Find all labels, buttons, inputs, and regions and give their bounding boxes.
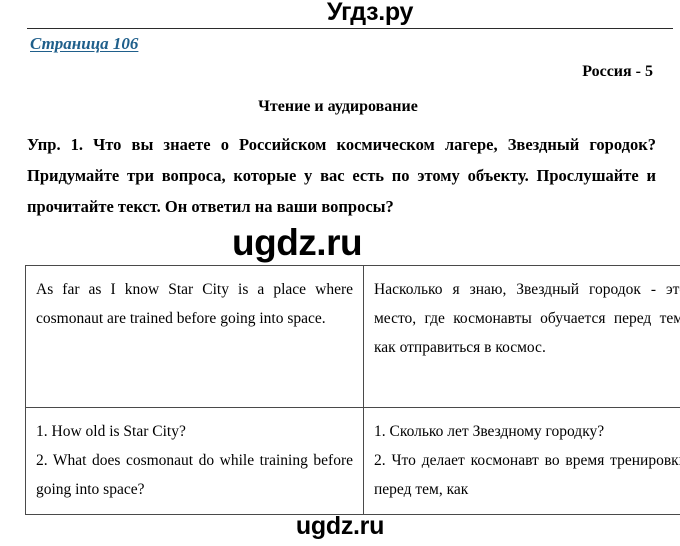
top-watermark: Угдз.ру [326, 0, 414, 26]
page-container: Угдз.ру Страница 106 Россия - 5 Чтение и… [0, 0, 680, 546]
english-question-2: 2. What does cosmonaut do while training… [36, 452, 353, 498]
task-instruction-text: Упр. 1. Что вы знаете о Российском косми… [27, 135, 656, 216]
english-question-1: 1. How old is Star City? [36, 423, 186, 440]
bottom-watermark: ugdz.ru [295, 512, 385, 540]
table-row: As far as I know Star City is a place wh… [25, 265, 680, 408]
header-divider [27, 28, 673, 29]
table-row: 1. How old is Star City? 2. What does co… [25, 407, 680, 515]
table-cell-russian-statement: Насколько я знаю, Звездный городок - это… [363, 265, 680, 408]
table-cell-english-questions: 1. How old is Star City? 2. What does co… [25, 407, 364, 515]
table-cell-russian-questions: 1. Сколько лет Звездному городку? 2. Что… [363, 407, 680, 515]
book-title: Россия - 5 [582, 63, 653, 80]
table-cell-english-statement: As far as I know Star City is a place wh… [25, 265, 364, 408]
center-watermark: ugdz.ru [232, 222, 363, 263]
answers-table: As far as I know Star City is a place wh… [25, 265, 680, 515]
section-heading: Чтение и аудирование [258, 98, 418, 115]
page-number-link[interactable]: Страница 106 [30, 34, 138, 54]
russian-question-1: 1. Сколько лет Звездному городку? [374, 423, 605, 440]
russian-question-2: 2. Что делает космонавт во время трениро… [374, 452, 680, 498]
